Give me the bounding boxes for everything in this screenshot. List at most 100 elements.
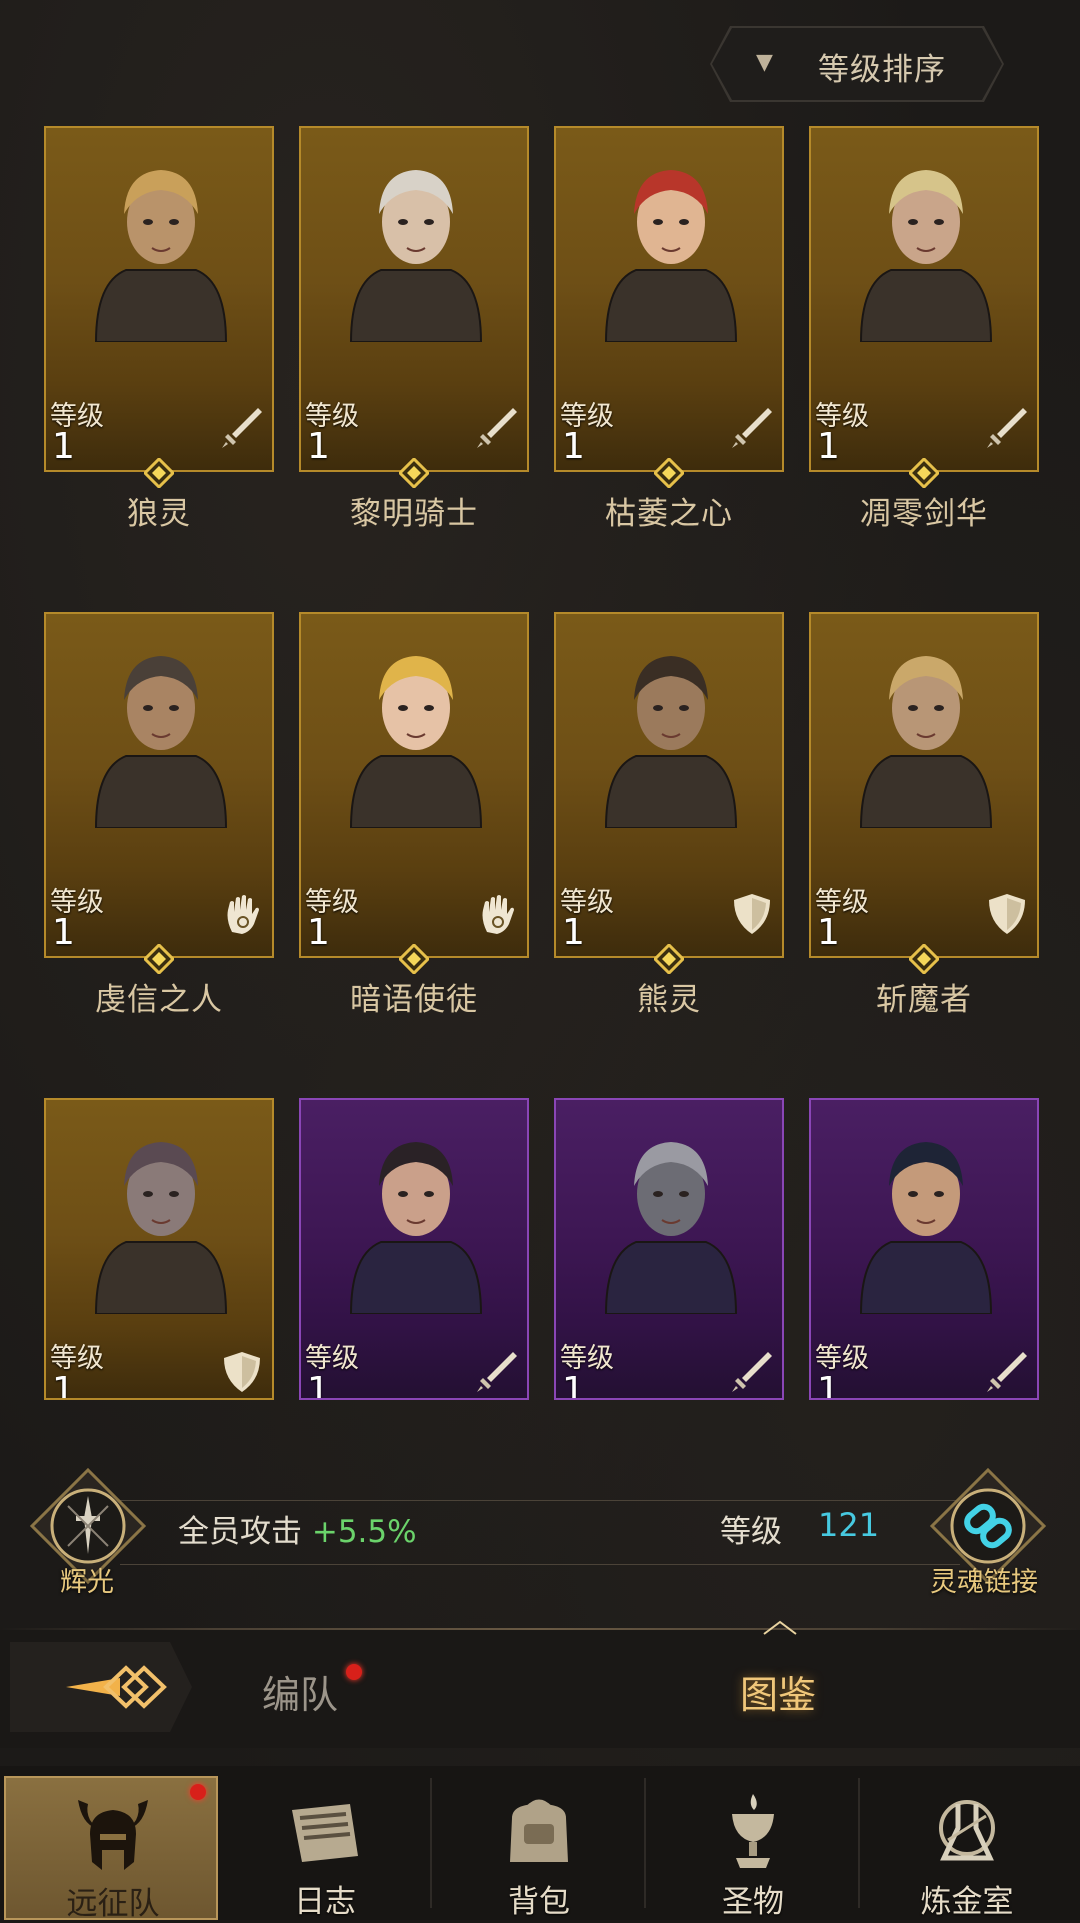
nav-label: 圣物 (722, 1884, 784, 1920)
hero-portrait (596, 1124, 746, 1315)
soul-link-label: 灵魂链接 (930, 1567, 1038, 1598)
rank-gem-icon (399, 944, 429, 974)
tab-codex[interactable]: 图鉴 (740, 1664, 816, 1719)
hero-card-frame: 等级 1 (554, 1098, 784, 1400)
hero-portrait (596, 152, 746, 343)
level-value: 1 (307, 426, 330, 467)
level-value: 1 (817, 426, 840, 467)
hero-name: 枯萎之心 (605, 496, 733, 532)
stat-value: +5.5% (311, 1514, 417, 1550)
arrow-back-icon (66, 1665, 167, 1709)
soul-link-level-value: 121 (818, 1506, 880, 1544)
alchemy-icon (922, 1788, 1012, 1878)
sword-icon (728, 404, 776, 452)
hero-card-frame: 等级 1 (809, 126, 1039, 472)
soul-link-level-label: 等级 (720, 1514, 782, 1550)
hero-name: 凋零剑华 (860, 496, 988, 532)
nav-label: 远征队 (66, 1886, 160, 1922)
hero-portrait (86, 1124, 236, 1315)
hero-card-frame: 等级 1 (44, 1098, 274, 1400)
hero-card-frame: 等级 1 (554, 126, 784, 472)
sword-icon (473, 404, 521, 452)
sort-label: 等级排序 (818, 52, 946, 88)
hero-card-frame: 等级 1 (809, 612, 1039, 958)
hero-card[interactable]: 等级 1 (299, 1098, 529, 1400)
nav-item[interactable]: 圣物 (646, 1776, 860, 1920)
hero-portrait (341, 152, 491, 343)
shield-icon (983, 890, 1031, 938)
level-value: 1 (52, 1370, 75, 1400)
sort-button[interactable]: ▼ 等级排序 (712, 28, 1002, 100)
nav-label: 日志 (294, 1884, 356, 1920)
hero-card[interactable]: 等级 1 凋零剑华 (809, 126, 1039, 546)
level-value: 1 (817, 1370, 840, 1400)
notification-dot (190, 1784, 206, 1800)
radiance-label: 辉光 (60, 1567, 114, 1598)
notification-dot (346, 1664, 362, 1680)
scroll-icon (280, 1788, 370, 1878)
hero-name: 斩魔者 (876, 982, 972, 1018)
level-value: 1 (562, 426, 585, 467)
rank-gem-icon (144, 944, 174, 974)
info-bar (0, 1460, 1080, 1580)
hero-portrait (596, 638, 746, 829)
sword-icon (983, 1348, 1031, 1396)
hero-card[interactable]: 等级 1 狼灵 (44, 126, 274, 546)
rank-gem-icon (654, 944, 684, 974)
hero-card-frame: 等级 1 (554, 612, 784, 958)
hero-card[interactable]: 等级 1 黎明骑士 (299, 126, 529, 546)
hero-card-frame: 等级 1 (299, 1098, 529, 1400)
dropdown-arrow-icon: ▼ (756, 50, 773, 75)
hero-card-frame: 等级 1 (44, 126, 274, 472)
nav-item[interactable]: 远征队 (4, 1776, 218, 1922)
sword-icon (983, 404, 1031, 452)
hero-portrait (86, 638, 236, 829)
nav-label: 炼金室 (920, 1884, 1014, 1920)
bag-icon (494, 1788, 584, 1878)
divider-line (120, 1564, 960, 1565)
level-value: 1 (817, 912, 840, 953)
divider-line (120, 1500, 960, 1501)
hero-name: 狼灵 (127, 496, 191, 532)
nav-item[interactable]: 日志 (218, 1776, 432, 1920)
hand-icon (218, 890, 266, 938)
nav-item[interactable]: 背包 (432, 1776, 646, 1920)
rank-gem-icon (909, 944, 939, 974)
active-tab-indicator-icon (763, 1620, 797, 1635)
hero-card[interactable]: 等级 1 暗语使徒 (299, 612, 529, 1032)
hero-portrait (341, 638, 491, 829)
hero-card[interactable]: 等级 1 虔信之人 (44, 612, 274, 1032)
level-value: 1 (562, 912, 585, 953)
hero-portrait (851, 638, 1001, 829)
hero-name: 虔信之人 (95, 982, 223, 1018)
hero-card-frame: 等级 1 (44, 612, 274, 958)
rank-gem-icon (144, 458, 174, 488)
rank-gem-icon (399, 458, 429, 488)
hero-card[interactable]: 等级 1 枯萎之心 (554, 126, 784, 546)
hero-card[interactable]: 等级 1 斩魔者 (809, 612, 1039, 1032)
hero-name: 暗语使徒 (350, 982, 478, 1018)
sword-icon (473, 1348, 521, 1396)
hero-portrait (86, 152, 236, 343)
sword-icon (728, 1348, 776, 1396)
hero-card[interactable]: 等级 1 (554, 1098, 784, 1400)
all-attack-stat: 全员攻击 +5.5% (178, 1506, 417, 1551)
hero-card[interactable]: 等级 1 (809, 1098, 1039, 1400)
back-button[interactable] (10, 1642, 192, 1732)
hero-portrait (851, 152, 1001, 343)
hero-portrait (341, 1124, 491, 1315)
stat-label: 全员攻击 (178, 1514, 302, 1550)
level-value: 1 (562, 1370, 585, 1400)
chalice-icon (708, 1788, 798, 1878)
hero-card[interactable]: 等级 1 (44, 1098, 274, 1400)
hero-card-frame: 等级 1 (809, 1098, 1039, 1400)
hero-card[interactable]: 等级 1 熊灵 (554, 612, 784, 1032)
shield-icon (218, 1348, 266, 1396)
tab-formation[interactable]: 编队 (262, 1664, 338, 1719)
level-value: 1 (52, 912, 75, 953)
shield-icon (728, 890, 776, 938)
nav-item[interactable]: 炼金室 (860, 1776, 1074, 1920)
hero-card-frame: 等级 1 (299, 612, 529, 958)
hero-name: 熊灵 (637, 982, 701, 1018)
helmet-icon (68, 1790, 158, 1880)
